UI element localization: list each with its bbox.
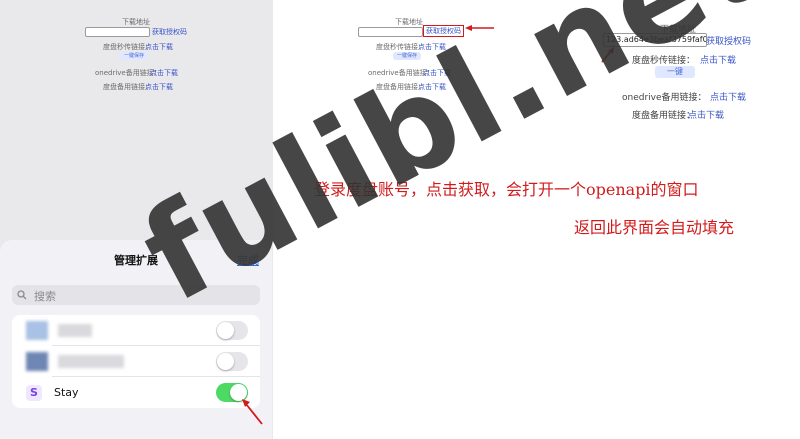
- arrow-icon: [242, 399, 263, 425]
- instruction-caption-line2: 返回此界面会自动填充: [574, 218, 735, 237]
- search-placeholder: 搜索: [34, 290, 56, 303]
- list-item: S Stay: [12, 377, 260, 408]
- baidu-backup-link[interactable]: 点击下载: [688, 108, 724, 121]
- one-click-save-button[interactable]: 一键保存: [120, 52, 148, 60]
- get-token-link[interactable]: 获取授权码: [152, 27, 187, 37]
- baidu-backup-label: 度盘备用链接：: [632, 111, 696, 121]
- download-label: 下载地址: [122, 18, 150, 26]
- extension-icon: [26, 352, 48, 371]
- onedrive-download-link[interactable]: 点击下载: [150, 68, 178, 78]
- onedrive-download-link[interactable]: 点击下载: [710, 90, 746, 103]
- extension-name-blurred: [58, 324, 92, 337]
- token-input[interactable]: [358, 27, 423, 37]
- token-input[interactable]: [85, 27, 150, 37]
- extension-toggle[interactable]: [216, 352, 248, 371]
- extension-toggle[interactable]: [216, 321, 248, 340]
- extension-icon: [26, 321, 48, 340]
- download-label: 下载地址: [395, 18, 423, 26]
- stay-app-icon: S: [26, 385, 42, 401]
- list-item: [12, 346, 260, 377]
- extensions-list: S Stay: [12, 315, 260, 408]
- extension-name-blurred: [58, 355, 124, 368]
- baidu-download-link[interactable]: 点击下载: [145, 42, 173, 52]
- list-item: [12, 315, 260, 346]
- search-icon: [17, 290, 27, 300]
- extension-name: Stay: [54, 386, 79, 399]
- baidu-backup-link[interactable]: 点击下载: [145, 82, 173, 92]
